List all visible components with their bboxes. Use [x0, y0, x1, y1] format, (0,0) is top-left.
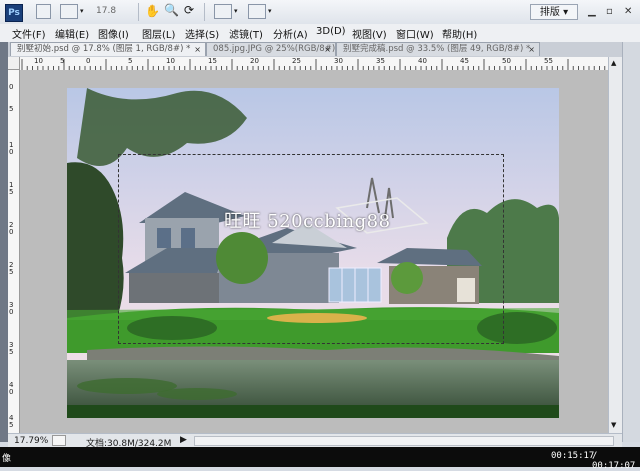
tab-villa-initial[interactable]: 别墅初始.psd @ 17.8% (图层 1, RGB/8#) * × — [10, 42, 206, 56]
zoom-tool-icon[interactable]: 🔍 — [164, 3, 179, 17]
ruler-label: 45 — [460, 57, 469, 65]
horizontal-ruler[interactable]: 10 5 0 5 10 15 20 25 30 35 40 45 50 55 — [20, 57, 608, 71]
vertical-ruler[interactable]: 0 5 10 15 20 25 30 35 40 45 — [8, 70, 20, 433]
chevron-down-icon[interactable]: ▾ — [268, 7, 272, 15]
status-bar: 17.79% 文档:30.8M/324.2M ▶ — [8, 433, 622, 449]
application-bar: Ps ▾ 17.8 ✋ 🔍 ⟳ ▾ ▾ 排版 ▾ ▁ ▫ ✕ — [0, 0, 640, 25]
ruler-label: 5 — [128, 57, 133, 65]
watermark-text: 旺旺 520ccbing88 — [224, 211, 391, 232]
status-zoom[interactable]: 17.79% — [14, 436, 48, 446]
marquee-selection[interactable] — [118, 154, 504, 344]
chevron-down-icon[interactable]: ▾ — [234, 7, 238, 15]
separator — [204, 3, 205, 21]
menu-filter[interactable]: 滤镜(T) — [229, 26, 263, 41]
photoshop-logo: Ps — [5, 4, 23, 22]
menu-help[interactable]: 帮助(H) — [442, 26, 477, 41]
ruler-label: 5 — [60, 57, 65, 65]
ruler-label: 15 — [208, 57, 217, 65]
ruler-label: 30 — [9, 301, 14, 316]
menu-bar: 文件(F) 编辑(E) 图像(I) 图层(L) 选择(S) 滤镜(T) 分析(A… — [0, 24, 640, 43]
document-tab-bar: 别墅初始.psd @ 17.8% (图层 1, RGB/8#) * × 085.… — [8, 42, 640, 57]
ruler-label: 0 — [86, 57, 91, 65]
ruler-label: 45 — [9, 414, 14, 429]
rotate-view-icon[interactable]: ⟳ — [184, 3, 194, 17]
ruler-label: 40 — [418, 57, 427, 65]
restore-icon[interactable]: ▫ — [606, 6, 613, 17]
total-time: / 00:17:07 — [592, 451, 636, 471]
menu-file[interactable]: 文件(F) — [12, 26, 46, 41]
menu-layer[interactable]: 图层(L) — [142, 26, 175, 41]
horizontal-scrollbar[interactable] — [194, 436, 614, 446]
tab-close-icon[interactable]: × — [324, 43, 331, 56]
tools-panel-edge — [0, 42, 8, 442]
menu-edit[interactable]: 编辑(E) — [55, 26, 89, 41]
hand-tool-icon[interactable]: ✋ — [145, 4, 160, 18]
separator — [138, 3, 139, 21]
workspace-button[interactable]: 排版 ▾ — [530, 4, 578, 20]
ruler-label: 35 — [9, 341, 14, 356]
ruler-label: 25 — [9, 261, 14, 276]
current-time: 00:15:17 — [551, 451, 595, 461]
ruler-label: 20 — [9, 221, 14, 236]
ruler-label: 55 — [544, 57, 553, 65]
ruler-label: 25 — [292, 57, 301, 65]
close-icon[interactable]: ✕ — [624, 6, 632, 17]
tab-villa-final[interactable]: 别墅完成稿.psd @ 33.5% (图层 49, RGB/8#) * × — [336, 42, 540, 56]
menu-select[interactable]: 选择(S) — [185, 26, 219, 41]
vertical-scrollbar[interactable]: ▲ ▼ — [608, 57, 622, 433]
tab-label: 别墅完成稿.psd @ 33.5% (图层 49, RGB/8#) * — [343, 44, 531, 54]
ruler-ticks — [21, 59, 606, 70]
tab-label: 085.jpg.JPG @ 25%(RGB/8#) — [213, 44, 336, 54]
menu-window[interactable]: 窗口(W) — [396, 26, 434, 41]
ruler-label: 50 — [502, 57, 511, 65]
ruler-label: 20 — [250, 57, 259, 65]
panel-dock-edge[interactable] — [622, 42, 640, 442]
minimize-icon[interactable]: ▁ — [588, 6, 596, 17]
ruler-label: 10 — [34, 57, 43, 65]
menu-view[interactable]: 视图(V) — [352, 26, 387, 41]
status-menu-arrow-icon[interactable]: ▶ — [180, 435, 187, 445]
screen-mode-icon[interactable] — [248, 4, 266, 19]
status-icon[interactable] — [52, 435, 66, 446]
ruler-label: 30 — [334, 57, 343, 65]
tab-close-icon[interactable]: × — [194, 43, 201, 56]
menu-image[interactable]: 图像(I) — [98, 26, 129, 41]
tab-085-jpg[interactable]: 085.jpg.JPG @ 25%(RGB/8#) × — [206, 42, 336, 56]
ruler-label: 5 — [9, 105, 14, 113]
zoom-level-field[interactable]: 17.8 — [96, 6, 116, 16]
ruler-label: 0 — [9, 83, 14, 91]
ruler-label: 10 — [9, 141, 14, 156]
ruler-origin[interactable] — [8, 57, 20, 70]
ruler-label: 10 — [166, 57, 175, 65]
ruler-label: 35 — [376, 57, 385, 65]
scroll-down-icon[interactable]: ▼ — [611, 421, 616, 429]
menu-analysis[interactable]: 分析(A) — [273, 26, 308, 41]
bridge-icon[interactable] — [36, 4, 51, 19]
tab-close-icon[interactable]: × — [528, 43, 535, 56]
menu-3d[interactable]: 3D(D) — [316, 26, 346, 37]
arrange-documents-icon[interactable] — [214, 4, 232, 19]
video-player-bar: 像 00:15:17 / 00:17:07 — [0, 447, 640, 471]
player-left-text: 像 — [2, 454, 12, 464]
scroll-up-icon[interactable]: ▲ — [611, 59, 616, 67]
tab-label: 别墅初始.psd @ 17.8% (图层 1, RGB/8#) * — [17, 44, 191, 54]
ruler-label: 40 — [9, 381, 14, 396]
chevron-down-icon[interactable]: ▾ — [80, 7, 84, 15]
workspace-label: 排版 — [539, 7, 560, 18]
ruler-label: 15 — [9, 181, 14, 196]
view-extras-icon[interactable] — [60, 4, 78, 19]
